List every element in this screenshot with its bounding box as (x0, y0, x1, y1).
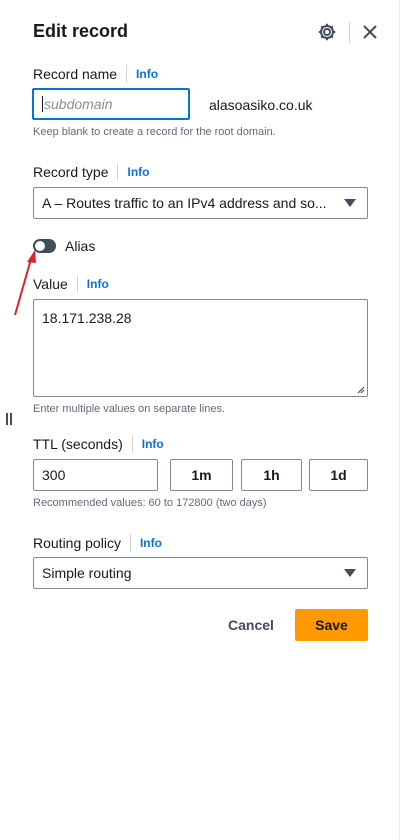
caret-down-icon (344, 569, 356, 577)
ttl-preset-1m-button[interactable]: 1m (170, 459, 233, 491)
ttl-hint: Recommended values: 60 to 172800 (two da… (33, 497, 267, 509)
record-type-label: Record type (33, 164, 109, 180)
value-textarea[interactable]: 18.171.238.28 (33, 299, 368, 397)
record-name-hint: Keep blank to create a record for the ro… (33, 126, 276, 138)
gear-icon[interactable] (317, 22, 337, 42)
text-caret (42, 96, 43, 112)
value-label: Value (33, 276, 68, 292)
panel-header: Edit record (33, 20, 378, 46)
record-name-placeholder: subdomain (44, 96, 113, 112)
ttl-input[interactable]: 300 (33, 459, 158, 491)
caret-down-icon (344, 199, 356, 207)
record-type-value: A – Routes traffic to an IPv4 address an… (42, 195, 327, 211)
info-divider (129, 534, 131, 552)
record-name-input[interactable]: subdomain (32, 88, 190, 120)
record-name-label: Record name (33, 66, 118, 82)
value-label-row: Value Info (33, 274, 109, 294)
value-info-link[interactable]: Info (87, 277, 109, 291)
alias-toggle-row: Alias (33, 237, 95, 255)
save-button[interactable]: Save (295, 609, 368, 641)
value-hint: Enter multiple values on separate lines. (33, 403, 225, 415)
record-type-info-link[interactable]: Info (127, 165, 149, 179)
info-divider (126, 65, 128, 83)
routing-policy-label-row: Routing policy Info (33, 533, 162, 553)
record-name-info-link[interactable]: Info (136, 67, 158, 81)
panel-title: Edit record (33, 21, 129, 41)
routing-policy-value: Simple routing (42, 565, 132, 581)
ttl-preset-1d-button[interactable]: 1d (309, 459, 368, 491)
info-divider (76, 275, 78, 293)
header-divider (349, 22, 350, 44)
ttl-info-link[interactable]: Info (142, 437, 164, 451)
ttl-label: TTL (seconds) (33, 436, 123, 452)
record-type-select[interactable]: A – Routes traffic to an IPv4 address an… (33, 187, 368, 219)
domain-suffix: alasoasiko.co.uk (209, 97, 313, 113)
panel-resize-handle[interactable] (6, 413, 14, 427)
routing-policy-info-link[interactable]: Info (140, 536, 162, 550)
resize-grip-icon[interactable] (355, 384, 365, 394)
cancel-button[interactable]: Cancel (221, 612, 281, 638)
close-icon[interactable] (360, 22, 380, 42)
record-type-label-row: Record type Info (33, 162, 149, 182)
ttl-preset-1h-button[interactable]: 1h (241, 459, 302, 491)
value-text: 18.171.238.28 (42, 310, 132, 326)
toggle-knob (35, 241, 45, 251)
routing-policy-label: Routing policy (33, 535, 121, 551)
alias-toggle[interactable] (33, 239, 56, 253)
alias-label: Alias (65, 238, 96, 254)
edit-record-panel: Edit record Record name Info subdomain a… (0, 0, 400, 840)
ttl-value: 300 (42, 467, 66, 483)
record-name-label-row: Record name Info (33, 64, 158, 84)
info-divider (131, 435, 133, 453)
routing-policy-select[interactable]: Simple routing (33, 557, 368, 589)
info-divider (117, 163, 119, 181)
ttl-label-row: TTL (seconds) Info (33, 434, 164, 454)
